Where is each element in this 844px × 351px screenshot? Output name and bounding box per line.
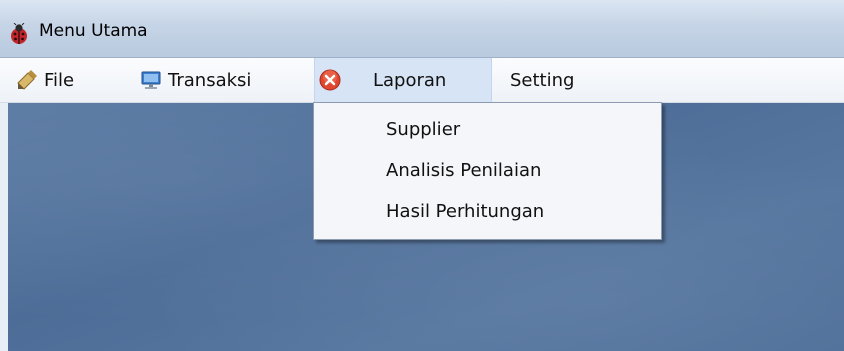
menu-laporan-label: Laporan [373,69,447,91]
menu-item-analisis-penilaian[interactable]: Analisis Penilaian [314,152,661,188]
ladybug-app-icon [8,22,30,45]
laporan-dropdown-menu: Supplier Analisis Penilaian Hasil Perhit… [313,102,662,240]
red-x-circle-icon [319,69,341,91]
window-title: Menu Utama [39,21,148,41]
menu-item-analisis-penilaian-label: Analisis Penilaian [386,159,542,181]
menu-file[interactable]: File [16,58,74,102]
menu-laporan[interactable]: Laporan [314,58,492,102]
workspace-border [0,103,8,351]
title-bar[interactable]: Menu Utama [0,0,844,58]
pencil-book-icon [16,69,38,91]
monitor-icon [140,69,162,91]
menu-setting-label: Setting [510,69,575,91]
menu-item-hasil-perhitungan-label: Hasil Perhitungan [386,200,545,222]
menu-item-supplier-label: Supplier [386,118,461,140]
menu-item-hasil-perhitungan[interactable]: Hasil Perhitungan [314,193,661,229]
menu-setting[interactable]: Setting [510,58,574,102]
menu-transaksi-label: Transaksi [168,69,252,91]
menu-item-supplier[interactable]: Supplier [314,111,661,147]
menu-transaksi[interactable]: Transaksi [140,58,251,102]
app-window: Menu Utama File Transaksi Laporan Settin… [0,0,844,351]
menu-file-label: File [44,69,75,91]
menu-bar: File Transaksi Laporan Setting [0,58,844,103]
